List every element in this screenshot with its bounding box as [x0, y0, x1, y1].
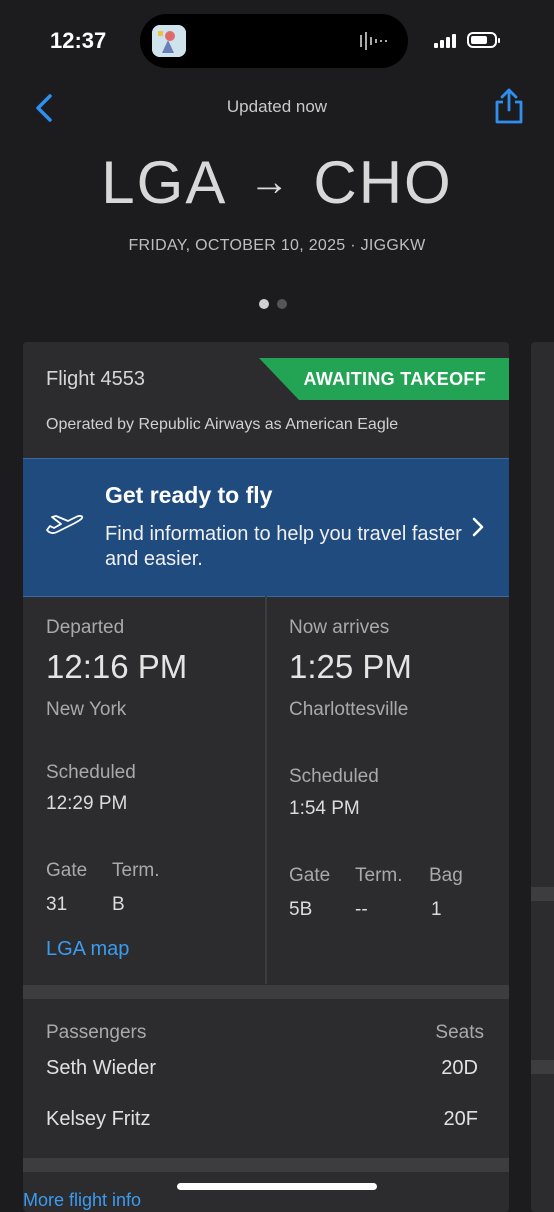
more-flight-info-link[interactable]: More flight info	[23, 1190, 141, 1211]
page-dot-2[interactable]	[277, 299, 287, 309]
next-flight-card-peek[interactable]	[531, 342, 554, 1212]
home-indicator[interactable]	[177, 1183, 377, 1190]
arrival-terminal: --	[355, 899, 368, 920]
passengers-header: Passengers	[46, 1022, 147, 1043]
departure-gate-label: Gate	[46, 860, 88, 881]
passenger-name: Seth Wieder	[46, 1057, 157, 1079]
flight-status-badge: AWAITING TAKEOFF	[259, 358, 509, 400]
lga-map-link[interactable]: LGA map	[46, 938, 129, 961]
column-divider	[265, 596, 267, 984]
clock: 12:37	[50, 28, 107, 53]
arrival-gate-label: Gate	[289, 865, 331, 886]
departure-terminal: B	[112, 894, 125, 915]
passenger-seat[interactable]: 20D	[441, 1057, 478, 1080]
date-confirmation-line: FRIDAY, OCTOBER 10, 2025 · JIGGKW	[128, 237, 426, 254]
departure-scheduled-label: Scheduled	[46, 762, 136, 783]
operated-by: Operated by Republic Airways as American…	[46, 416, 399, 433]
dynamic-island[interactable]	[140, 14, 408, 68]
departure-term-label: Term.	[112, 860, 160, 881]
battery-icon	[467, 32, 500, 48]
section-separator	[23, 1158, 509, 1172]
origin-code: LGA	[101, 149, 228, 216]
arrival-term-label: Term.	[355, 865, 403, 886]
departure-time: 12:16 PM	[46, 648, 188, 685]
section-separator	[23, 985, 509, 999]
page-indicator[interactable]	[259, 296, 295, 314]
departed-label: Departed	[46, 617, 125, 638]
share-button[interactable]	[492, 86, 526, 126]
updated-status: Updated now	[226, 97, 328, 116]
now-playing-app-icon[interactable]	[152, 25, 186, 57]
departure-city: New York	[46, 699, 127, 720]
arrival-bag-label: Bag	[429, 865, 463, 886]
seats-header: Seats	[435, 1022, 484, 1043]
banner-text: Find information to help you travel fast…	[105, 523, 462, 570]
arrives-label: Now arrives	[289, 617, 390, 638]
passenger-seat[interactable]: 20F	[444, 1108, 478, 1131]
flight-card: Flight 4553 AWAITING TAKEOFF Operated by…	[23, 342, 509, 1212]
airplane-takeoff-icon	[46, 515, 84, 534]
share-icon	[495, 88, 523, 124]
departure-gate: 31	[46, 894, 68, 915]
arrival-scheduled-label: Scheduled	[289, 766, 379, 787]
route-heading: LGA → CHO	[0, 148, 554, 217]
chevron-right-icon	[472, 517, 484, 537]
flight-number: Flight 4553	[46, 368, 145, 390]
audio-waveform-icon	[360, 32, 387, 50]
get-ready-banner[interactable]: Get ready to fly Find information to hel…	[23, 458, 509, 597]
flight-status-text: AWAITING TAKEOFF	[303, 369, 486, 389]
banner-title: Get ready to fly	[105, 482, 273, 508]
cellular-signal-icon	[434, 34, 456, 48]
departure-scheduled-time: 12:29 PM	[46, 793, 128, 814]
route-arrow: →	[249, 160, 292, 204]
arrival-time: 1:25 PM	[289, 648, 412, 685]
passenger-name: Kelsey Fritz	[46, 1108, 151, 1130]
arrival-city: Charlottesville	[289, 699, 409, 720]
page-dot-1[interactable]	[259, 299, 269, 309]
arrival-scheduled-time: 1:54 PM	[289, 798, 360, 819]
status-bar: 12:37	[0, 0, 554, 80]
destination-code: CHO	[313, 149, 453, 216]
arrival-gate: 5B	[289, 899, 313, 920]
arrival-baggage-claim: 1	[431, 899, 442, 920]
